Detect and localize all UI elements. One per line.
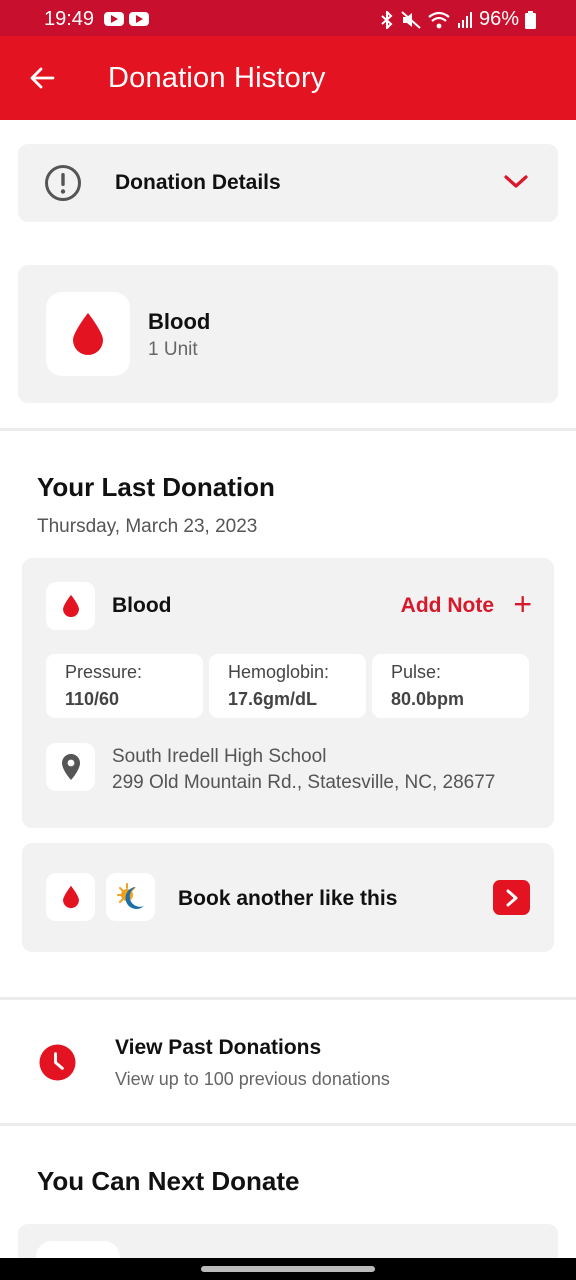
stat-label: Hemoglobin: — [228, 662, 330, 682]
back-button[interactable] — [22, 56, 62, 100]
section-divider — [0, 1123, 576, 1126]
next-donate-heading: You Can Next Donate — [37, 1166, 300, 1196]
book-another-label: Book another like this — [178, 887, 398, 910]
view-past-donations-title[interactable]: View Past Donations — [115, 1036, 321, 1060]
sun-moon-icon — [116, 883, 144, 909]
donation-details-expander[interactable]: Donation Details — [18, 144, 558, 222]
system-nav-bar — [0, 1258, 576, 1280]
status-bar: 19:49 96% — [0, 0, 576, 36]
info-alert-icon — [45, 165, 81, 201]
view-past-donations-row[interactable] — [0, 1000, 576, 1123]
last-donation-date: Thursday, March 23, 2023 — [37, 516, 258, 537]
youtube-notification-icon — [104, 12, 124, 26]
blood-drop-icon — [62, 594, 79, 618]
stat-pressure: Pressure: 110/60 — [46, 654, 203, 718]
view-past-donations-subtitle: View up to 100 previous donations — [115, 1069, 390, 1089]
location-name: South Iredell High School — [112, 746, 327, 767]
blood-drop-icon — [62, 885, 79, 909]
stat-label: Pressure: — [65, 662, 143, 682]
plus-icon[interactable]: + — [513, 586, 532, 622]
chevron-down-icon — [504, 175, 528, 188]
location-tile — [46, 743, 95, 791]
donation-details-label: Donation Details — [115, 171, 281, 194]
book-another-card[interactable]: Book another like this — [22, 843, 554, 952]
stat-label: Pulse: — [391, 662, 442, 682]
signal-icon — [457, 11, 472, 28]
time-of-day-tile — [106, 873, 155, 921]
blood-tile — [46, 292, 130, 376]
home-indicator[interactable] — [201, 1266, 375, 1272]
blood-summary-card: Blood 1 Unit — [18, 265, 558, 403]
blood-units: 1 Unit — [148, 339, 198, 360]
book-another-button[interactable] — [493, 880, 530, 915]
youtube-notification-icon — [129, 12, 149, 26]
chevron-right-icon — [506, 889, 517, 906]
blood-drop-icon — [73, 313, 103, 355]
donation-type: Blood — [112, 594, 172, 617]
back-arrow-icon — [30, 67, 55, 89]
stat-value: 17.6gm/dL — [228, 689, 318, 709]
blood-title: Blood — [148, 309, 211, 334]
blood-type-tile — [46, 873, 95, 921]
bluetooth-icon — [381, 10, 393, 29]
stat-hemoglobin: Hemoglobin: 17.6gm/dL — [209, 654, 366, 718]
status-icons: 96% — [379, 8, 536, 31]
clock-icon — [39, 1044, 76, 1081]
page-title: Donation History — [108, 62, 326, 94]
mute-icon — [401, 10, 421, 29]
section-divider — [0, 428, 576, 431]
last-donation-heading: Your Last Donation — [37, 472, 275, 502]
last-donation-card: Blood Add Note + Pressure: 110/60 Hemogl… — [22, 558, 554, 828]
app-bar: Donation History — [0, 36, 576, 120]
battery-icon — [525, 10, 536, 29]
location-address: 299 Old Mountain Rd., Statesville, NC, 2… — [112, 772, 496, 793]
battery-percent: 96% — [478, 8, 519, 30]
add-note-button[interactable]: Add Note — [401, 594, 494, 618]
location-pin-icon — [61, 754, 80, 780]
stat-value: 110/60 — [65, 689, 120, 709]
wifi-icon — [428, 11, 450, 28]
status-time: 19:49 — [44, 8, 95, 30]
blood-type-tile — [46, 582, 95, 630]
stat-value: 80.0bpm — [391, 689, 465, 709]
stat-pulse: Pulse: 80.0bpm — [372, 654, 529, 718]
